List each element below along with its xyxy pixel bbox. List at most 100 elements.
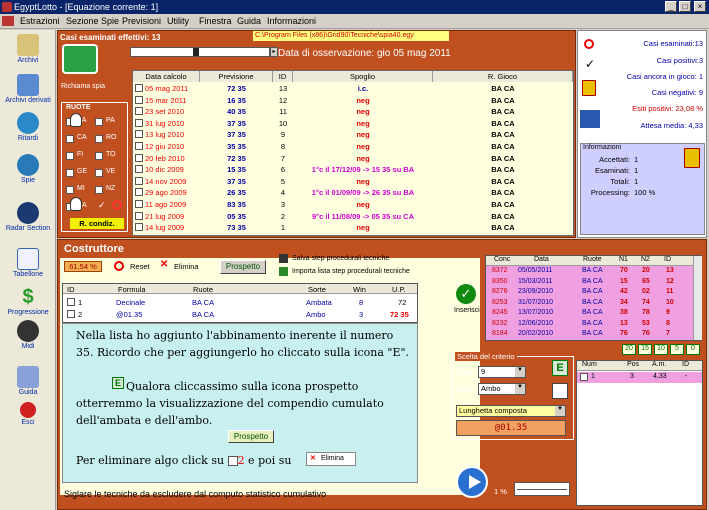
- row-checkbox[interactable]: [135, 84, 143, 92]
- conc-row[interactable]: 8276 23/09/2010 BA CA 42 02 11: [486, 288, 693, 298]
- row-checkbox[interactable]: [135, 223, 143, 232]
- r-condiz-button[interactable]: R. condiz.: [70, 218, 124, 229]
- menu-utility[interactable]: Utility: [167, 16, 189, 26]
- conc-row[interactable]: 8372 05/05/2011 BA CA 70 20 13: [486, 267, 693, 277]
- formula-row[interactable]: 1 Decinale BA CA Ambata 8 72: [64, 297, 417, 308]
- row-checkbox[interactable]: [135, 165, 143, 174]
- reset-button[interactable]: Reset: [130, 262, 150, 271]
- col-r-gioco: R. Gioco: [433, 71, 573, 82]
- sidebar-ritardi[interactable]: Ritardi: [0, 112, 56, 142]
- spie-row[interactable]: 05 mag 2011 72 35 13 i.c. BA CA: [133, 83, 573, 94]
- row-checkbox[interactable]: [67, 298, 75, 306]
- prospetto-button[interactable]: Prospetto: [220, 260, 266, 274]
- num-row[interactable]: 1 3 4,33 -: [577, 372, 702, 383]
- ruota-mi-checkbox[interactable]: [66, 186, 74, 194]
- spie-row[interactable]: 29 ago 2009 26 35 4 1°c il 01/09/09 -> 26 3…: [133, 187, 573, 198]
- sidebar-archivi-derivati[interactable]: Archivi derivati: [0, 74, 56, 104]
- chevron-down-icon[interactable]: ▼: [515, 384, 525, 394]
- conc-row[interactable]: 8245 13/07/2010 BA CA 38 78 9: [486, 309, 693, 319]
- row-checkbox[interactable]: [135, 176, 143, 185]
- inserisci-icon[interactable]: ✓: [456, 284, 476, 304]
- slider-arrow-right[interactable]: ▸: [270, 47, 278, 57]
- spie-row[interactable]: 12 giu 2010 35 35 8 neg BA CA: [133, 141, 573, 152]
- menu-estrazioni[interactable]: Estrazioni: [20, 16, 60, 26]
- sidebar-tabellone[interactable]: Tabellone: [0, 248, 56, 278]
- note-text-1: Nella lista ho aggiunto l'abbinamento in…: [76, 329, 410, 359]
- ruota-ca-checkbox[interactable]: [66, 135, 74, 143]
- menu-sezione-spie[interactable]: Sezione Spie: [66, 16, 119, 26]
- conc-scrollbar[interactable]: [693, 256, 702, 340]
- row-checkbox[interactable]: [135, 107, 143, 116]
- formula-row[interactable]: 2 @01.35 BA CA Ambo 3 72 35: [64, 309, 417, 320]
- conc-row[interactable]: 8184 20/02/2010 BA CA 76 76 7: [486, 330, 693, 340]
- salva-link[interactable]: Salva step procedurali tecniche: [292, 255, 389, 262]
- spie-row[interactable]: 23 set 2010 40 35 11 neg BA CA: [133, 106, 573, 117]
- menu-previsioni[interactable]: Previsioni: [122, 16, 161, 26]
- progress-percent: 1 %: [494, 487, 507, 496]
- close-button[interactable]: ×: [694, 1, 706, 12]
- radar-icon: [17, 202, 39, 224]
- ruota-pa-checkbox[interactable]: [95, 118, 103, 126]
- row-checkbox[interactable]: [135, 118, 143, 127]
- slider-thumb[interactable]: [193, 48, 199, 56]
- menu-guida[interactable]: Guida: [237, 16, 261, 26]
- help-icon: [17, 366, 39, 388]
- spie-row[interactable]: 21 lug 2009 05 35 2 9°c il 11/08/09 -> 05 3…: [133, 211, 573, 222]
- spie-row[interactable]: 10 dic 2009 15 35 6 1°c il 17/12/09 -> 15 3…: [133, 164, 573, 175]
- col-id: ID: [273, 71, 293, 82]
- minimize-button[interactable]: _: [665, 1, 677, 12]
- spie-row[interactable]: 14 nov 2009 37 35 5 neg BA CA: [133, 176, 573, 187]
- sidebar-esci[interactable]: Esci: [0, 402, 56, 426]
- slider-track[interactable]: [130, 47, 270, 57]
- grid-icon[interactable]: [552, 383, 568, 399]
- colpi-select[interactable]: 9 ▼: [478, 366, 526, 378]
- row-checkbox[interactable]: [67, 310, 75, 318]
- ruota-ge-checkbox[interactable]: [66, 169, 74, 177]
- spie-row[interactable]: 15 mar 2011 16 35 12 neg BA CA: [133, 95, 573, 106]
- row-checkbox[interactable]: [135, 142, 143, 150]
- row-checkbox[interactable]: [135, 200, 143, 208]
- importa-link[interactable]: Importa lista step procedurali tecniche: [292, 268, 410, 275]
- conc-row[interactable]: 8232 12/06/2010 BA CA 13 53 8: [486, 320, 693, 330]
- ruota-ro-checkbox[interactable]: [95, 135, 103, 143]
- sidebar-radar[interactable]: Radar Section: [0, 202, 56, 232]
- spie-row[interactable]: 11 ago 2009 83 35 3 neg BA CA: [133, 199, 573, 210]
- progress-slider[interactable]: [514, 482, 570, 496]
- row-checkbox[interactable]: [135, 188, 143, 197]
- row-checkbox[interactable]: [135, 211, 143, 220]
- chevron-down-icon[interactable]: ▼: [555, 406, 565, 416]
- play-button[interactable]: [456, 466, 488, 498]
- conc-row[interactable]: 8253 31/07/2010 BA CA 34 74 10: [486, 299, 693, 309]
- ruota-to-checkbox[interactable]: [95, 152, 103, 160]
- sidebar-archivi[interactable]: Archivi: [0, 34, 56, 64]
- note-text-3: Per eliminare algo click su 2 e poi su: [76, 454, 292, 467]
- calculator-icon: [580, 110, 600, 128]
- row-checkbox[interactable]: [135, 130, 143, 139]
- menu-informazioni[interactable]: Informazioni: [267, 16, 316, 26]
- e-button[interactable]: E: [552, 360, 568, 376]
- spie-row[interactable]: 20 feb 2010 72 35 7 neg BA CA: [133, 153, 573, 164]
- menu-finestra[interactable]: Finestra: [199, 16, 232, 26]
- sidebar-progressione[interactable]: $ Progressione: [0, 286, 56, 316]
- ruota-fi-checkbox[interactable]: [66, 152, 74, 160]
- row-checkbox[interactable]: [135, 153, 143, 162]
- spie-row[interactable]: 31 lug 2010 37 35 10 neg BA CA: [133, 118, 573, 129]
- sidebar-guida[interactable]: Guida: [0, 366, 56, 396]
- maximize-button[interactable]: □: [679, 1, 691, 12]
- chevron-down-icon[interactable]: ▼: [515, 367, 525, 377]
- conc-row[interactable]: 8350 15/03/2011 BA CA 15 65 12: [486, 278, 693, 288]
- sidebar-midi[interactable]: Midi: [0, 320, 56, 350]
- row-checkbox[interactable]: [580, 373, 588, 381]
- doc-icon: [2, 16, 14, 26]
- richiama-spia-button[interactable]: [62, 44, 98, 74]
- sidebar-spie[interactable]: Spie: [0, 154, 56, 184]
- ruota-nz-checkbox[interactable]: [95, 186, 103, 194]
- lunghetta-select[interactable]: Lunghetta composta ▼: [456, 405, 566, 417]
- spie-row[interactable]: 13 lug 2010 37 35 9 neg BA CA: [133, 129, 573, 140]
- sorte-select[interactable]: Ambo ▼: [478, 383, 526, 395]
- spie-row[interactable]: 14 lug 2009 73 35 1 neg BA CA: [133, 222, 573, 233]
- ruota-ve-checkbox[interactable]: [95, 169, 103, 177]
- elimina-button[interactable]: Elimina: [174, 262, 199, 271]
- row-checkbox[interactable]: [135, 95, 143, 104]
- inserisci-label[interactable]: Inserisci: [454, 307, 480, 314]
